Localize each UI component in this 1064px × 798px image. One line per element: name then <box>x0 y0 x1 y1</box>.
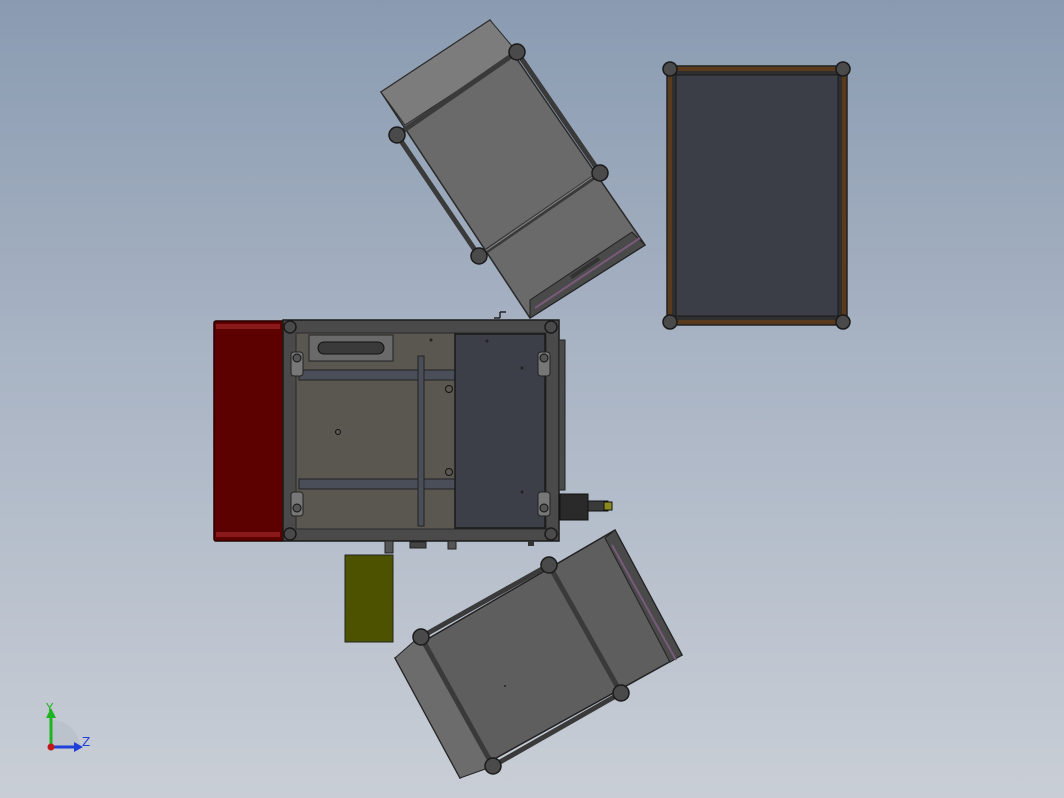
clamp-bracket <box>537 351 551 377</box>
caster-wheel-icon <box>283 527 297 541</box>
origin-icon <box>47 743 55 751</box>
caster-wheel-icon <box>591 164 609 182</box>
caster-wheel-icon <box>612 684 630 702</box>
panel-frame-right[interactable] <box>662 61 851 330</box>
caster-wheel-icon <box>388 126 406 144</box>
clamp-bracket <box>290 491 304 517</box>
caster-wheel-icon <box>540 556 558 574</box>
assembly-view[interactable]: Y Z <box>0 0 1064 798</box>
caster-wheel-icon <box>544 527 558 541</box>
orientation-triad: Y Z <box>45 701 90 752</box>
y-axis-label: Y <box>45 701 54 715</box>
slot-opening <box>317 341 385 355</box>
caster-wheel-icon <box>544 320 558 334</box>
caster-wheel-icon <box>662 314 678 330</box>
caster-wheel-icon <box>484 757 502 775</box>
machine-base[interactable] <box>213 311 613 554</box>
caster-wheel-icon <box>283 320 297 334</box>
caster-wheel-icon <box>508 43 526 61</box>
cad-viewport[interactable]: Y Z <box>0 0 1064 798</box>
caster-wheel-icon <box>662 61 678 77</box>
z-axis-label: Z <box>82 735 90 749</box>
caster-wheel-icon <box>835 61 851 77</box>
tray-frame-bottom[interactable] <box>393 528 684 780</box>
caster-wheel-icon <box>412 628 430 646</box>
clamp-bracket <box>537 491 551 517</box>
tray-frame-top[interactable] <box>379 18 647 320</box>
clamp-bracket <box>290 351 304 377</box>
olive-block[interactable] <box>344 554 394 643</box>
electrical-cabinet[interactable] <box>213 320 285 542</box>
caster-wheel-icon <box>835 314 851 330</box>
cover-panel[interactable] <box>454 333 546 529</box>
motor-unit[interactable] <box>559 493 613 521</box>
caster-wheel-icon <box>470 247 488 265</box>
